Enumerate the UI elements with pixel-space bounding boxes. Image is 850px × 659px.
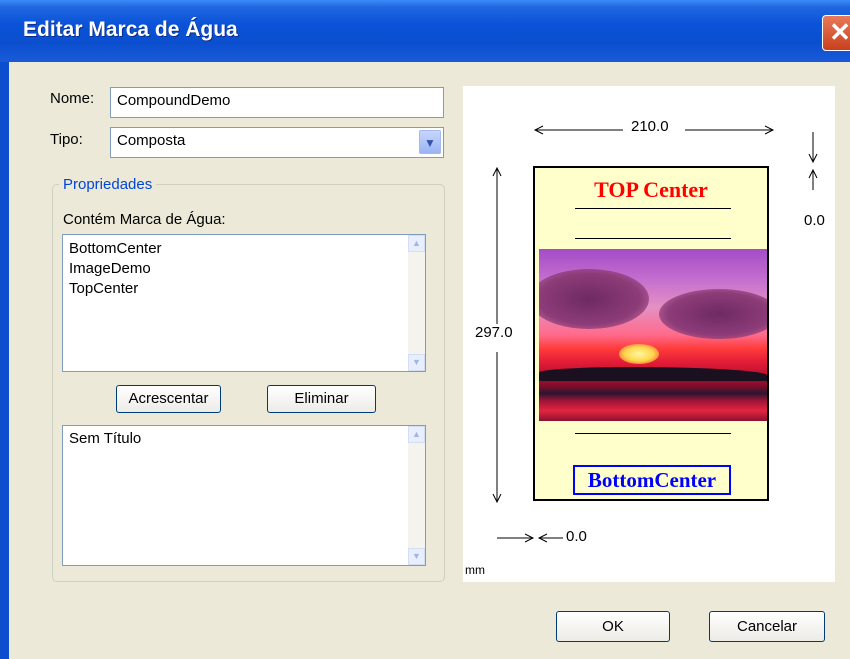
- left-offset-label: 0.0: [566, 528, 587, 545]
- cancel-button[interactable]: Cancelar: [709, 611, 825, 642]
- top-divider: [575, 208, 731, 209]
- top-offset-label: 0.0: [804, 212, 825, 229]
- properties-legend: Propriedades: [59, 176, 157, 193]
- list-item[interactable]: BottomCenter: [63, 239, 425, 259]
- sunset-image: [539, 249, 767, 421]
- scroll-down-icon[interactable]: ▼: [408, 354, 425, 371]
- units-label: mm: [465, 563, 485, 577]
- nome-label: Nome:: [50, 90, 95, 107]
- vertical-scrollbar[interactable]: ▲ ▼: [408, 426, 425, 565]
- ok-button[interactable]: OK: [556, 611, 670, 642]
- height-label: 297.0: [475, 324, 513, 341]
- title-bar: Editar Marca de Água ✕: [0, 0, 850, 62]
- remove-button[interactable]: Eliminar: [267, 385, 376, 413]
- add-button[interactable]: Acrescentar: [116, 385, 221, 413]
- bottom-divider: [575, 433, 731, 434]
- window-title: Editar Marca de Água: [23, 18, 238, 41]
- dialog-window: Editar Marca de Água ✕ Nome: CompoundDem…: [0, 0, 850, 659]
- tipo-selected-value: Composta: [117, 132, 186, 149]
- list-item[interactable]: TopCenter: [63, 279, 425, 299]
- detail-textarea[interactable]: Sem Título ▲ ▼: [62, 425, 426, 566]
- nome-input[interactable]: CompoundDemo: [110, 87, 444, 118]
- width-label: 210.0: [629, 118, 671, 135]
- scroll-up-icon[interactable]: ▲: [408, 235, 425, 252]
- scroll-up-icon[interactable]: ▲: [408, 426, 425, 443]
- top-divider: [575, 238, 731, 239]
- top-watermark-text: TOP Center: [594, 177, 708, 202]
- list-item[interactable]: ImageDemo: [63, 259, 425, 279]
- tipo-select[interactable]: Composta ▼: [110, 127, 444, 158]
- contains-watermark-label: Contém Marca de Água:: [63, 211, 226, 228]
- bottom-watermark-text: BottomCenter: [573, 465, 731, 495]
- page-preview: TOP Center BottomCenter: [533, 166, 769, 501]
- window-frame: [0, 62, 9, 659]
- chevron-down-icon[interactable]: ▼: [419, 130, 441, 154]
- detail-text: Sem Título: [69, 430, 142, 447]
- watermark-list[interactable]: BottomCenter ImageDemo TopCenter ▲ ▼: [62, 234, 426, 372]
- close-icon[interactable]: ✕: [822, 15, 850, 51]
- scroll-down-icon[interactable]: ▼: [408, 548, 425, 565]
- tipo-label: Tipo:: [50, 131, 83, 148]
- vertical-scrollbar[interactable]: ▲ ▼: [408, 235, 425, 371]
